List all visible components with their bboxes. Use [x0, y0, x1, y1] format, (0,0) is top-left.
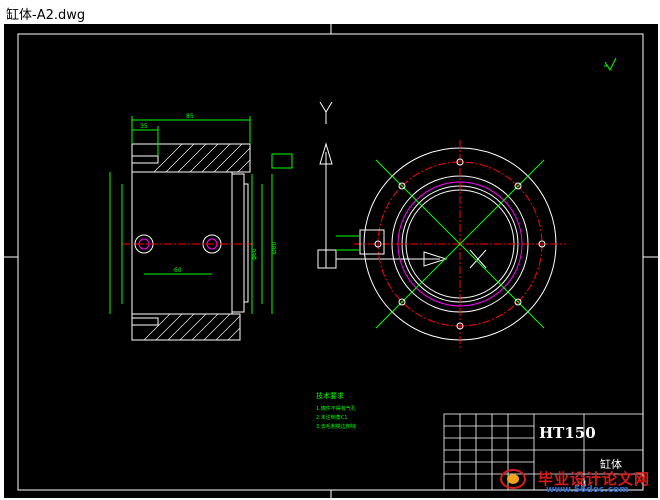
- notes-line-2: 2.未注倒角C1: [316, 414, 347, 421]
- window-title: 缸体-A2.dwg: [6, 8, 86, 23]
- notes-title: 技术要求: [316, 391, 344, 400]
- drawing-border: [17, 33, 644, 491]
- section-view: [122, 143, 254, 341]
- site-watermark: 毕业设计论文网 www.56doc.com: [500, 468, 650, 495]
- drawing-svg: 85 35 60 φ60 Ø80 技术要求 1.铸件不得有气孔 2.未注倒角C1…: [4, 24, 658, 498]
- dim-right: φ60: [251, 248, 258, 260]
- roughness-symbol: [604, 57, 617, 72]
- dim-bottom: 60: [174, 267, 182, 274]
- watermark-logo-icon: [500, 469, 526, 489]
- watermark-url: www.56doc.com: [546, 485, 629, 495]
- dim-top-width: 85: [186, 113, 194, 120]
- notes-line-1: 1.铸件不得有气孔: [316, 405, 356, 412]
- cad-canvas[interactable]: 85 35 60 φ60 Ø80 技术要求 1.铸件不得有气孔 2.未注倒角C1…: [4, 24, 658, 498]
- flange-view: [336, 140, 566, 348]
- window-title-bar: 缸体-A2.dwg: [0, 0, 660, 24]
- section-dimensions: [109, 116, 293, 314]
- material-label: HT150: [539, 424, 596, 442]
- dim-top-inner: 35: [140, 123, 148, 130]
- technical-notes: 技术要求 1.铸件不得有气孔 2.未注倒角C1 3.去毛刺锐边倒钝: [316, 391, 356, 430]
- notes-line-3: 3.去毛刺锐边倒钝: [316, 423, 356, 430]
- section-dim-labels: 85 35 60 φ60 Ø80: [140, 113, 278, 274]
- dim-right2: Ø80: [271, 241, 278, 254]
